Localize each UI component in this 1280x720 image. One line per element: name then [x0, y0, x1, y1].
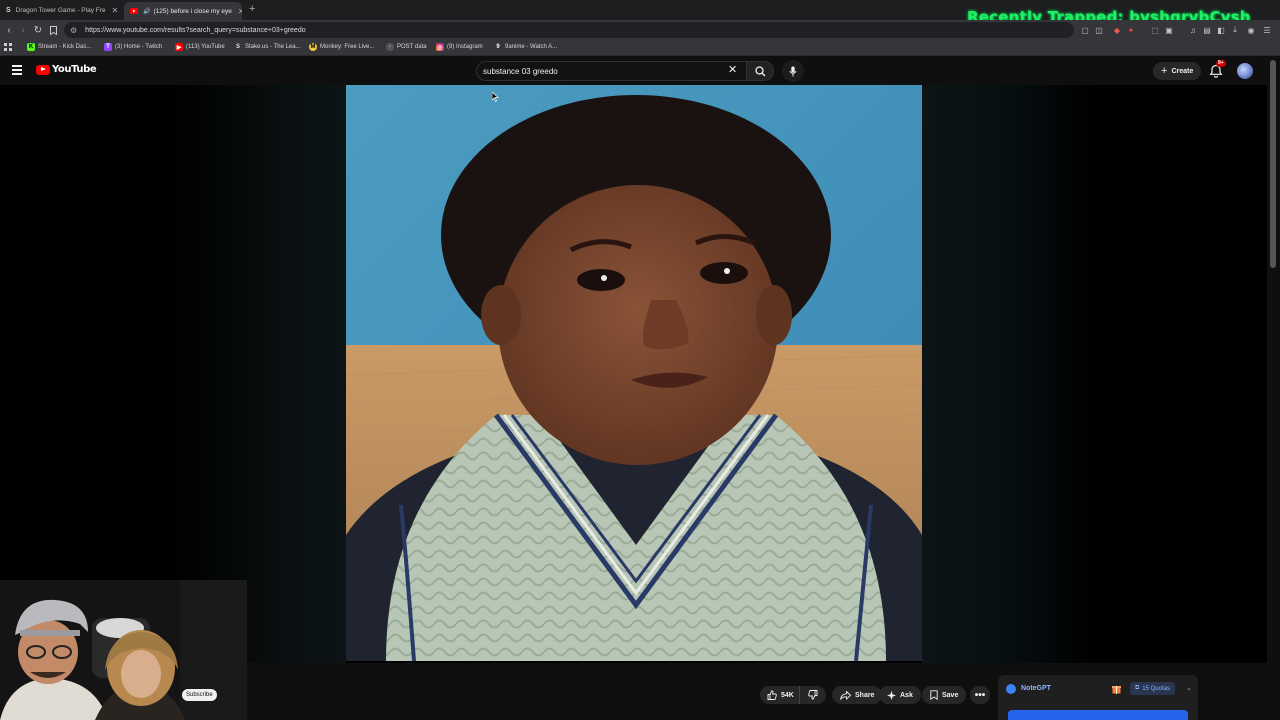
- bookmark-twitch[interactable]: T (3) Home - Twitch: [104, 43, 162, 51]
- share-icon: [840, 690, 851, 700]
- save-button[interactable]: Save: [922, 686, 967, 704]
- bookmark-icon[interactable]: [46, 23, 60, 37]
- tab-label: Dragon Tower Game - Play Fre: [15, 6, 106, 14]
- browser-menu-icon[interactable]: ☰: [1262, 25, 1272, 35]
- video-frame-portrait[interactable]: [346, 85, 922, 661]
- thumbs-down-icon: [808, 690, 818, 700]
- sparkle-icon: [887, 690, 896, 700]
- bookmark-stake[interactable]: S Stake.us - The Lea...: [234, 43, 301, 51]
- apps-grid-icon[interactable]: [4, 43, 12, 51]
- like-dislike-group: 54K: [760, 686, 826, 704]
- tab-dragon-tower[interactable]: S Dragon Tower Game - Play Fre ✕: [0, 2, 124, 18]
- notegpt-extension-panel: NoteGPT ⧉ 15 Quotas ⌄: [998, 675, 1198, 720]
- extension-icon[interactable]: ▣: [1164, 25, 1174, 35]
- notegpt-primary-action[interactable]: [1008, 710, 1188, 720]
- save-bookmark-icon: [930, 690, 938, 700]
- bookmark-instagram[interactable]: ◎ (9) Instagram: [436, 43, 483, 51]
- extension-icon[interactable]: ✦: [1126, 25, 1136, 35]
- search-query-text: substance 03 greedo: [483, 66, 558, 76]
- youtube-icon: ▶: [175, 43, 183, 51]
- bookmark-kick[interactable]: K Stream - Kick Das...: [27, 43, 91, 51]
- bookmark-9anime[interactable]: 9 9anime - Watch A...: [494, 43, 557, 51]
- mouse-cursor-icon: [492, 92, 499, 102]
- dislike-button[interactable]: [800, 686, 826, 704]
- browser-toolbar: ‹ › ↻ ⚙ https://www.youtube.com/results?…: [0, 20, 1280, 40]
- media-icon[interactable]: ♫: [1188, 25, 1198, 35]
- search-button[interactable]: [746, 61, 774, 81]
- bookmarks-bar: K Stream - Kick Das... T (3) Home - Twitch…: [0, 40, 1280, 56]
- stake-icon: S: [235, 44, 240, 50]
- ambient-glow-right: [922, 85, 1098, 663]
- twitch-icon: T: [104, 43, 112, 51]
- extensions-puzzle-icon[interactable]: ▤: [1202, 25, 1212, 35]
- account-avatar[interactable]: [1237, 63, 1253, 79]
- tab-youtube[interactable]: 🔊 (125) before i close my eye ✕: [124, 2, 242, 20]
- create-button[interactable]: + Create: [1153, 62, 1202, 80]
- bookmark-post-data[interactable]: ◦ POST data: [386, 43, 427, 51]
- like-button[interactable]: 54K: [760, 686, 800, 704]
- video-player[interactable]: [0, 85, 1267, 663]
- thumbs-up-icon: [767, 690, 777, 700]
- new-tab-button[interactable]: +: [249, 3, 255, 15]
- globe-icon: ◦: [386, 43, 394, 51]
- extension-icon[interactable]: ▢: [1080, 25, 1090, 35]
- bookmark-monkey[interactable]: M Monkey: Free Live...: [309, 43, 374, 51]
- notification-count-badge: 9+: [1216, 60, 1226, 67]
- address-bar[interactable]: ⚙ https://www.youtube.com/results?search…: [64, 22, 1074, 38]
- more-actions-button[interactable]: •••: [970, 686, 990, 704]
- forward-arrow-icon[interactable]: ›: [16, 23, 30, 37]
- youtube-masthead: YouTube substance 03 greedo ✕ + Create 9…: [0, 57, 1280, 85]
- back-arrow-icon[interactable]: ‹: [2, 23, 16, 37]
- speaker-icon[interactable]: 🔊: [143, 8, 150, 15]
- kick-icon: K: [27, 43, 35, 51]
- child-portrait-image: [346, 85, 922, 661]
- tab-label: (125) before i close my eye: [153, 7, 232, 15]
- 9anime-icon: 9: [494, 43, 502, 51]
- notegpt-logo-icon: [1006, 684, 1016, 694]
- tab-close-icon[interactable]: ✕: [106, 6, 119, 15]
- site-info-icon[interactable]: ⚙: [70, 26, 77, 35]
- chevron-down-icon[interactable]: ⌄: [1186, 684, 1192, 692]
- webcam-subscribe-button[interactable]: Subscribe: [182, 689, 217, 701]
- page-scrollbar-thumb[interactable]: [1270, 60, 1276, 268]
- clear-search-icon[interactable]: ✕: [728, 63, 737, 76]
- instagram-icon: ◎: [436, 43, 444, 51]
- ask-button[interactable]: Ask: [879, 686, 921, 704]
- hamburger-menu-icon[interactable]: [12, 65, 22, 75]
- reload-icon[interactable]: ↻: [31, 23, 45, 37]
- youtube-play-icon: [36, 64, 50, 75]
- stake-favicon-icon: S: [6, 6, 11, 14]
- ambient-glow-left: [170, 85, 346, 663]
- voice-search-button[interactable]: [782, 60, 804, 82]
- tab-close-icon[interactable]: ✕: [232, 7, 242, 16]
- url-text: https://www.youtube.com/results?search_q…: [85, 26, 306, 34]
- gift-icon[interactable]: [1112, 684, 1121, 694]
- extension-icon[interactable]: ◫: [1094, 25, 1104, 35]
- notegpt-quota-badge[interactable]: ⧉ 15 Quotas: [1130, 682, 1175, 695]
- microphone-icon: [789, 66, 797, 76]
- youtube-favicon-icon: [130, 7, 138, 15]
- plus-icon: +: [1161, 65, 1168, 77]
- bookmark-youtube[interactable]: ▶ (113) YouTube: [175, 43, 225, 51]
- youtube-logo[interactable]: YouTube: [36, 64, 97, 75]
- sidebar-icon[interactable]: ◧: [1216, 25, 1226, 35]
- notegpt-title: NoteGPT: [1021, 685, 1051, 692]
- ellipsis-icon: •••: [974, 689, 986, 701]
- profile-icon[interactable]: ◉: [1246, 25, 1256, 35]
- search-icon: [754, 65, 765, 76]
- extension-icon[interactable]: ⬚: [1150, 25, 1160, 35]
- download-icon[interactable]: ⤓: [1230, 25, 1240, 35]
- quota-icon: ⧉: [1135, 685, 1140, 691]
- share-button[interactable]: Share: [832, 686, 883, 704]
- search-input[interactable]: substance 03 greedo: [476, 61, 746, 81]
- monkey-icon: M: [309, 43, 317, 51]
- extension-icon[interactable]: ◆: [1112, 25, 1122, 35]
